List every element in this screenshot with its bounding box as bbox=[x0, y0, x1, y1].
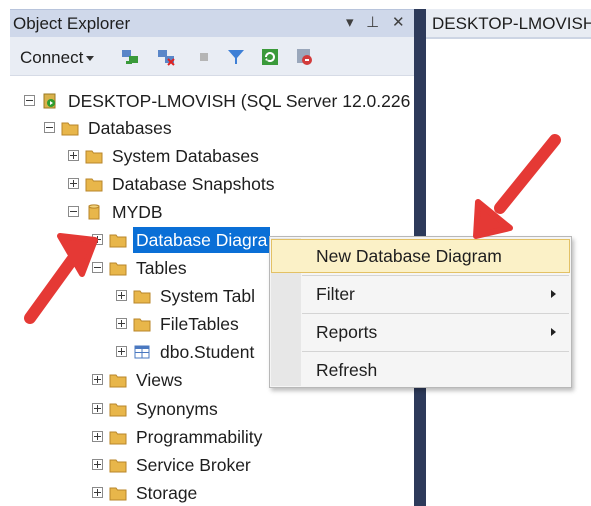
folder-icon bbox=[133, 290, 151, 304]
filter-icon[interactable] bbox=[226, 47, 246, 67]
tree-label: System Tabl bbox=[160, 286, 255, 306]
folder-icon bbox=[109, 431, 127, 445]
folder-icon bbox=[133, 318, 151, 332]
collapse-icon[interactable] bbox=[44, 122, 55, 133]
menu-item-reports[interactable]: Reports bbox=[271, 315, 570, 349]
tree-label: DESKTOP-LMOVISH (SQL Server 12.0.226 bbox=[68, 91, 411, 111]
context-menu: New Database Diagram Filter Reports Refr… bbox=[269, 236, 572, 388]
tree-label: Databases bbox=[88, 118, 172, 138]
tree-label: Tables bbox=[136, 258, 187, 278]
menu-item-label: Filter bbox=[316, 284, 355, 304]
object-explorer-header: Object Explorer ▾ ⊥ ✕ bbox=[10, 9, 414, 38]
expand-icon[interactable] bbox=[92, 431, 103, 442]
server-icon bbox=[43, 93, 56, 109]
stop-icon[interactable] bbox=[194, 47, 214, 67]
folder-icon bbox=[109, 487, 127, 501]
folder-icon bbox=[61, 122, 79, 136]
close-icon[interactable]: ✕ bbox=[392, 13, 405, 31]
expand-icon[interactable] bbox=[92, 459, 103, 470]
tree-label: Views bbox=[136, 370, 183, 390]
expand-icon[interactable] bbox=[92, 403, 103, 414]
submenu-arrow-icon bbox=[551, 328, 556, 336]
tree-label: Service Broker bbox=[136, 455, 251, 475]
menu-item-new-database-diagram[interactable]: New Database Diagram bbox=[271, 239, 570, 273]
menu-item-filter[interactable]: Filter bbox=[271, 277, 570, 311]
folder-icon bbox=[109, 262, 127, 276]
collapse-icon[interactable] bbox=[92, 262, 103, 273]
expand-icon[interactable] bbox=[116, 346, 127, 357]
menu-item-refresh[interactable]: Refresh bbox=[271, 353, 570, 387]
table-icon bbox=[134, 345, 150, 359]
arrow-icon-right bbox=[473, 134, 561, 239]
activity-monitor-icon[interactable] bbox=[294, 47, 314, 67]
disconnect-icon[interactable] bbox=[156, 47, 176, 67]
pin-icon[interactable]: ⊥ bbox=[366, 13, 379, 31]
folder-icon bbox=[85, 178, 103, 192]
menu-separator bbox=[302, 275, 569, 276]
database-icon bbox=[88, 204, 100, 220]
collapse-icon[interactable] bbox=[68, 206, 79, 217]
menu-item-label: Refresh bbox=[316, 360, 378, 380]
tree-label: Database Snapshots bbox=[112, 174, 275, 194]
menu-separator bbox=[302, 351, 569, 352]
refresh-icon[interactable] bbox=[260, 47, 280, 67]
document-tab[interactable]: DESKTOP-LMOVISH bbox=[426, 9, 591, 39]
collapse-icon[interactable] bbox=[24, 95, 35, 106]
document-tab-label: DESKTOP-LMOVISH bbox=[432, 14, 591, 33]
folder-icon bbox=[109, 374, 127, 388]
tree-label: Synonyms bbox=[136, 399, 218, 419]
chevron-down-icon bbox=[86, 56, 95, 62]
expand-icon[interactable] bbox=[68, 178, 79, 189]
tree-label-selected: Database Diagra bbox=[133, 227, 271, 253]
expand-icon[interactable] bbox=[92, 374, 103, 385]
expand-icon[interactable] bbox=[116, 290, 127, 301]
tree-label: Storage bbox=[136, 483, 198, 503]
connect-object-explorer-icon[interactable] bbox=[120, 47, 140, 67]
submenu-arrow-icon bbox=[551, 290, 556, 298]
object-explorer-title: Object Explorer bbox=[13, 14, 131, 33]
menu-item-label: Reports bbox=[316, 322, 378, 342]
menu-item-label: New Database Diagram bbox=[316, 246, 502, 266]
tree-label: dbo.Student bbox=[160, 342, 255, 362]
folder-icon bbox=[109, 403, 127, 417]
expand-icon[interactable] bbox=[116, 318, 127, 329]
object-explorer-toolbar: Connect bbox=[10, 37, 414, 76]
tree-label: System Databases bbox=[112, 146, 259, 166]
menu-separator bbox=[302, 313, 569, 314]
tree-label: MYDB bbox=[112, 202, 163, 222]
tree-label: FileTables bbox=[160, 314, 239, 334]
expand-icon[interactable] bbox=[92, 487, 103, 498]
expand-icon[interactable] bbox=[92, 234, 103, 245]
expand-icon[interactable] bbox=[68, 150, 79, 161]
connect-button[interactable]: Connect bbox=[20, 48, 95, 68]
window-position-icon[interactable]: ▾ bbox=[346, 13, 354, 31]
folder-icon bbox=[109, 234, 127, 248]
folder-icon bbox=[85, 150, 103, 164]
folder-icon bbox=[109, 459, 127, 473]
tree-label: Programmability bbox=[136, 427, 263, 447]
